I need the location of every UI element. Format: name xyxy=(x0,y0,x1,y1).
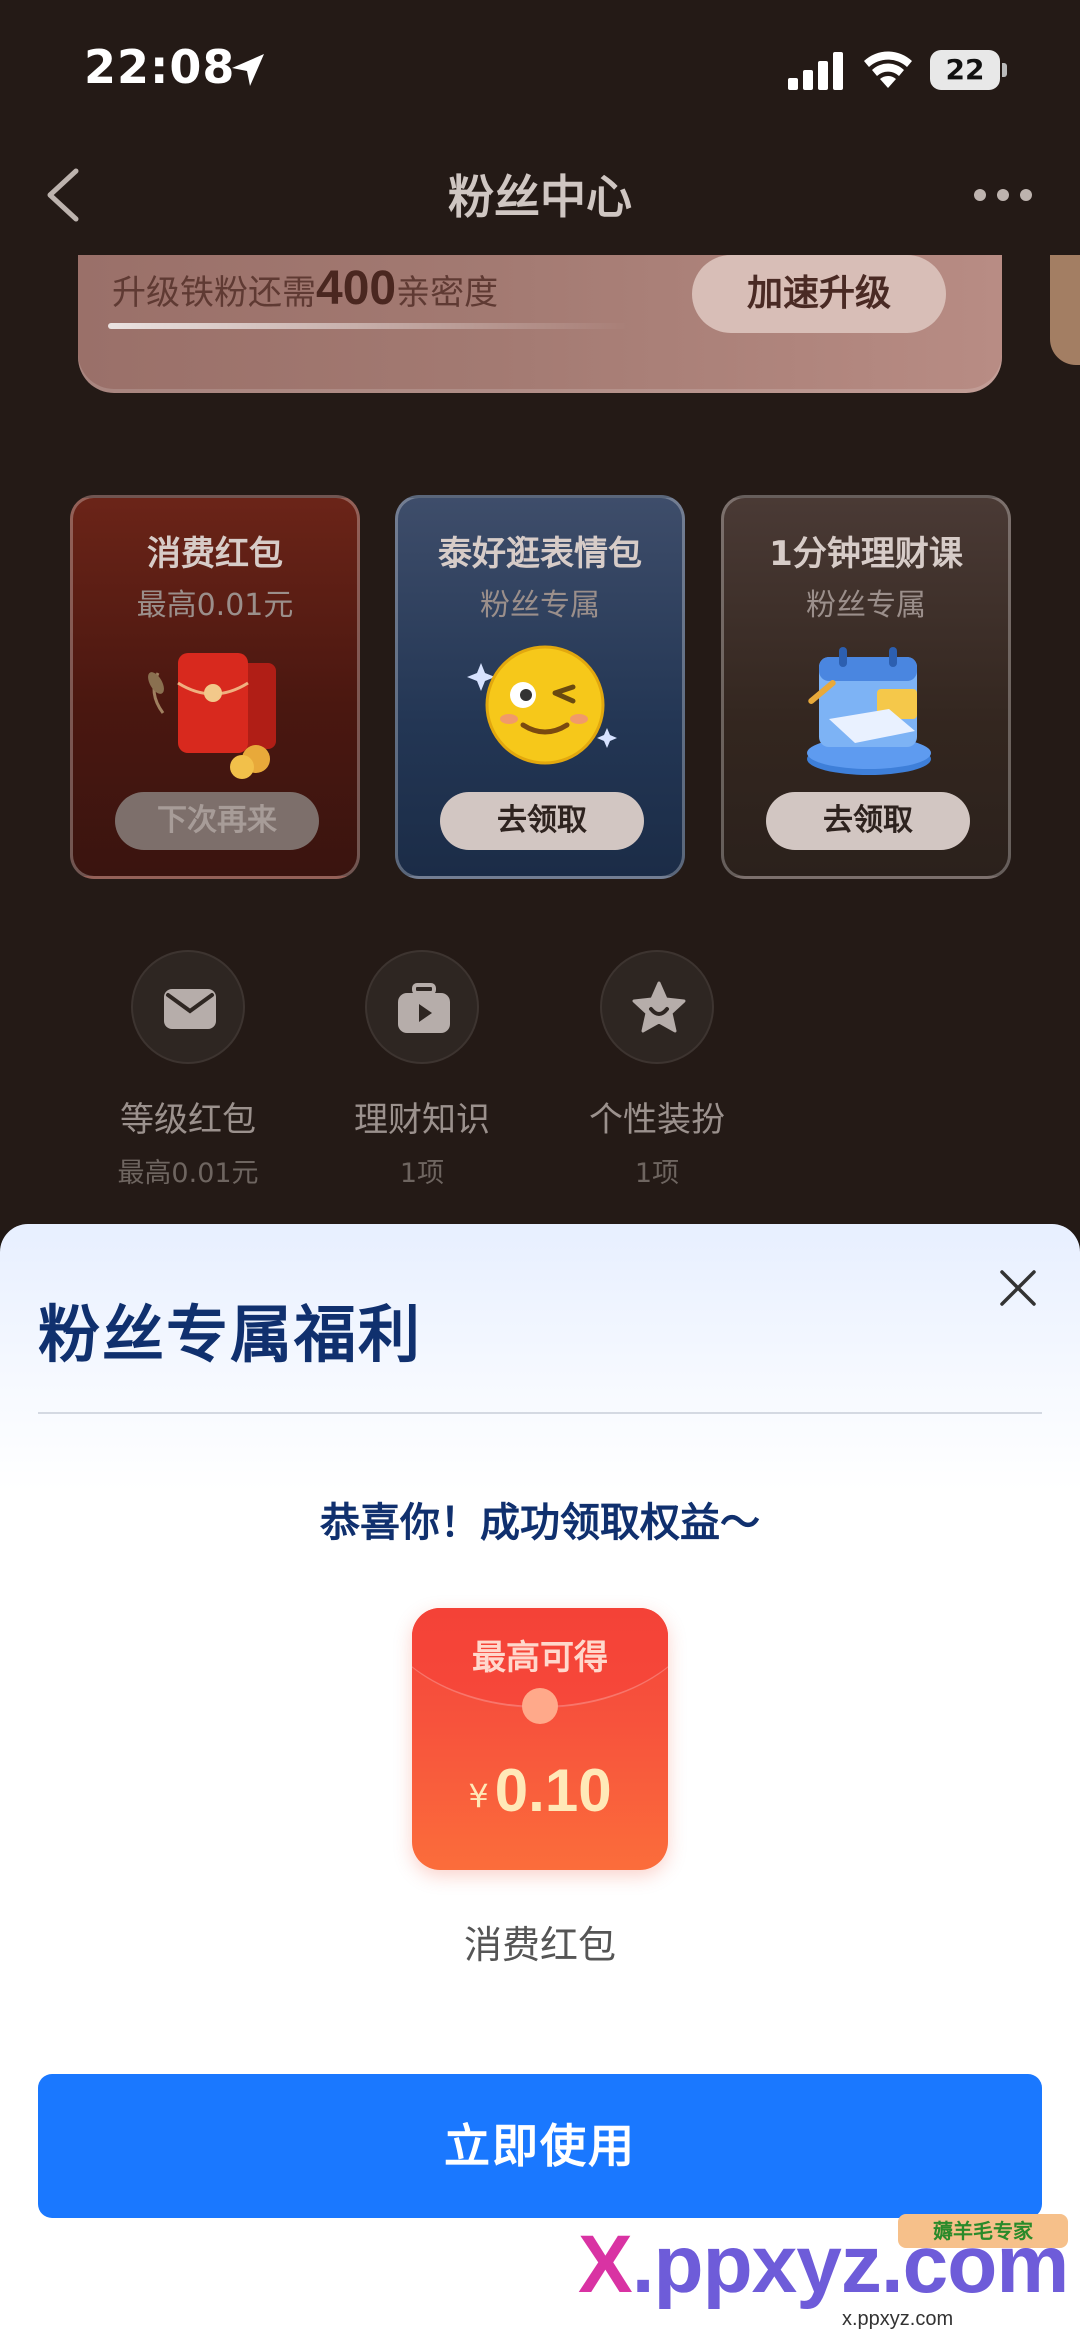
red-packet-card: 最高可得 ¥0.10 xyxy=(412,1608,668,1870)
more-dots-icon[interactable] xyxy=(972,185,1034,205)
next-card-peek[interactable] xyxy=(1050,255,1080,365)
upgrade-prefix: 升级铁粉还需 xyxy=(112,273,316,313)
calendar-course-icon xyxy=(807,647,931,775)
benefit-title: 1分钟理财课 xyxy=(769,534,963,574)
boost-upgrade-button[interactable]: 加速升级 xyxy=(692,255,946,333)
red-packet-amount: ¥0.10 xyxy=(412,1756,668,1825)
quick-link-sub: 1项 xyxy=(634,1158,680,1189)
claim-success-message: 恭喜你！成功领取权益～ xyxy=(320,1500,760,1546)
benefit-button-disabled[interactable]: 下次再来 xyxy=(115,792,319,850)
quick-icon-wrapper xyxy=(131,950,245,1064)
upgrade-amount: 400 xyxy=(316,262,397,315)
amount-value: 0.10 xyxy=(494,1757,612,1824)
upgrade-suffix: 亲密度 xyxy=(396,273,499,313)
site-watermark: X.ppxyz.com 薅羊毛专家 x.ppxyz.com xyxy=(578,2214,1078,2334)
benefit-subtitle: 粉丝专属 xyxy=(480,588,600,623)
quick-link-label: 理财知识 xyxy=(354,1100,490,1140)
star-face-icon xyxy=(632,981,686,1033)
sheet-divider xyxy=(38,1412,1042,1414)
quick-link-label: 个性装扮 xyxy=(589,1100,725,1140)
upgrade-hint: 升级铁粉还需400亲密度 xyxy=(112,261,498,316)
wifi-icon xyxy=(864,51,912,88)
page-title: 粉丝中心 xyxy=(448,170,632,224)
wink-emoji-icon xyxy=(467,645,617,765)
red-envelope-icon xyxy=(148,653,276,779)
battery-tip xyxy=(1002,63,1007,77)
fan-benefit-sheet: 粉丝专属福利 恭喜你！成功领取权益～ 最高可得 ¥0.10 消费红包 立即使用 xyxy=(0,1224,1080,2338)
progress-sparkle xyxy=(108,323,628,329)
quick-link-level-packet[interactable]: 等级红包 最高0.01元 xyxy=(88,950,288,1190)
red-packet-label: 最高可得 xyxy=(472,1638,608,1678)
watermark-url: x.ppxyz.com xyxy=(842,2308,954,2330)
claim-course-button[interactable]: 去领取 xyxy=(766,792,970,850)
quick-icon-wrapper xyxy=(600,950,714,1064)
benefit-title: 消费红包 xyxy=(147,534,283,574)
red-packet-name: 消费红包 xyxy=(463,1923,616,1967)
sheet-title: 粉丝专属福利 xyxy=(38,1298,423,1371)
location-arrow-icon xyxy=(232,54,264,86)
nav-bar: 粉丝中心 xyxy=(0,135,1080,255)
use-now-button[interactable]: 立即使用 xyxy=(38,2074,1042,2218)
signal-icon xyxy=(788,52,843,90)
watermark-badge: 薅羊毛专家 xyxy=(898,2214,1068,2248)
currency-symbol: ¥ xyxy=(468,1777,489,1815)
quick-link-personal-style[interactable]: 个性装扮 1项 xyxy=(557,950,757,1190)
battery-indicator: 22 xyxy=(930,50,1007,90)
quick-link-label: 等级红包 xyxy=(120,1100,256,1140)
envelope-icon xyxy=(164,989,216,1029)
benefit-title: 泰好逛表情包 xyxy=(438,534,642,574)
quick-icon-wrapper xyxy=(365,950,479,1064)
claim-emoji-button[interactable]: 去领取 xyxy=(440,792,644,850)
status-bar: 22:08 22 xyxy=(0,0,1080,135)
benefit-subtitle: 粉丝专属 xyxy=(806,588,926,623)
upgrade-card: 升级铁粉还需400亲密度 加速升级 xyxy=(78,255,1002,393)
benefit-subtitle: 最高0.01元 xyxy=(136,588,294,623)
quick-link-sub: 最高0.01元 xyxy=(117,1158,259,1189)
benefit-card-emoji-pack[interactable]: 泰好逛表情包 粉丝专属 去领取 xyxy=(395,495,685,879)
video-briefcase-icon xyxy=(398,983,450,1033)
close-icon[interactable] xyxy=(998,1268,1038,1308)
status-time: 22:08 xyxy=(84,40,236,94)
red-packet-seal-icon xyxy=(522,1688,558,1724)
quick-link-sub: 1项 xyxy=(399,1158,445,1189)
fan-center-page: 22:08 22 粉丝中心 升级铁粉还需400亲密度 加速升级 消费红包 最高0… xyxy=(0,0,1080,1230)
benefit-card-consumption-packet[interactable]: 消费红包 最高0.01元 下次再来 xyxy=(70,495,360,879)
quick-link-finance-knowledge[interactable]: 理财知识 1项 xyxy=(322,950,522,1190)
benefit-card-finance-course[interactable]: 1分钟理财课 粉丝专属 去领取 xyxy=(721,495,1011,879)
battery-level: 22 xyxy=(930,50,1000,90)
watermark-x: X xyxy=(578,2219,633,2310)
